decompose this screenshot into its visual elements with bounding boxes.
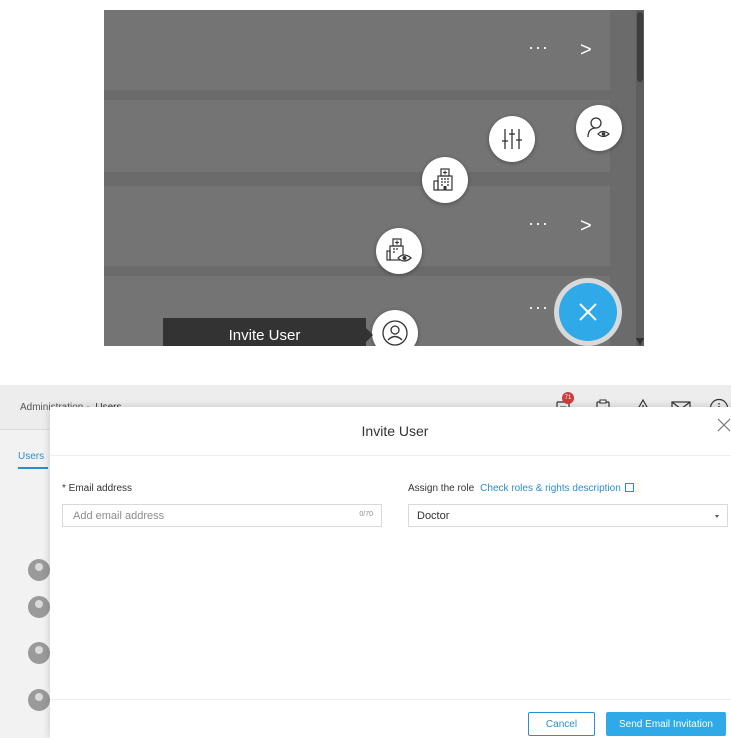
tab-users-underline: [18, 467, 48, 469]
hospital-button[interactable]: [422, 157, 468, 203]
fab-close-inner[interactable]: [559, 283, 617, 341]
footer-divider: [50, 699, 731, 700]
close-icon: [717, 418, 731, 432]
external-link-icon[interactable]: [624, 483, 634, 492]
hospital-icon: [433, 168, 453, 191]
role-label: Assign the role: [408, 483, 475, 494]
dialog-title: Invite User: [361, 423, 429, 439]
view-hospital-button[interactable]: [376, 228, 422, 274]
email-label: * Email address: [62, 483, 133, 494]
user-eye-icon: [587, 117, 610, 138]
divider: [50, 455, 731, 456]
notification-badge: 71: [562, 392, 574, 404]
tab-users[interactable]: Users: [18, 451, 44, 462]
send-invitation-button[interactable]: Send Email Invitation: [606, 712, 726, 736]
view-users-button[interactable]: [576, 105, 622, 151]
chevron-right-icon[interactable]: >: [580, 216, 592, 236]
list-row[interactable]: ··· >: [104, 186, 610, 266]
more-options-button[interactable]: ···: [528, 38, 549, 56]
avatar: [28, 596, 50, 618]
invite-user-dialog: Invite User * Email address 0/70 Assign …: [50, 407, 731, 738]
scrollbar-thumb[interactable]: [637, 12, 643, 82]
settings-sliders-button[interactable]: [489, 116, 535, 162]
invite-user-screen: Administration▸Users 71: [0, 385, 731, 738]
more-options-button[interactable]: ···: [528, 298, 549, 316]
fab-menu-panel: ··· > ··· > ··· Invite User: [104, 10, 644, 346]
sliders-icon: [502, 129, 522, 149]
email-field-wrapper: 0/70: [62, 504, 382, 527]
avatar: [28, 689, 50, 711]
email-field[interactable]: [63, 505, 343, 526]
chevron-down-icon: [715, 515, 719, 518]
fab-close-button[interactable]: [554, 278, 622, 346]
roles-description-link[interactable]: Check roles & rights description: [480, 483, 621, 494]
list-row[interactable]: ··· >: [104, 10, 610, 90]
invite-user-tooltip: Invite User: [163, 318, 373, 346]
more-options-button[interactable]: ···: [528, 214, 549, 232]
hospital-eye-icon: [386, 238, 412, 262]
avatar: [28, 559, 50, 581]
cancel-button[interactable]: Cancel: [528, 712, 595, 736]
user-circle-icon: [382, 320, 408, 346]
chevron-right-icon[interactable]: >: [580, 40, 592, 60]
close-icon: [579, 303, 597, 321]
role-select-value: Doctor: [417, 510, 450, 522]
close-button[interactable]: [716, 417, 731, 433]
character-counter: 0/70: [359, 511, 373, 518]
scrollbar[interactable]: [636, 10, 644, 346]
role-label-row: Assign the role Check roles & rights desc…: [408, 483, 634, 494]
scroll-down-arrow-icon[interactable]: [636, 338, 644, 346]
avatar: [28, 642, 50, 664]
role-select[interactable]: Doctor: [408, 504, 728, 527]
